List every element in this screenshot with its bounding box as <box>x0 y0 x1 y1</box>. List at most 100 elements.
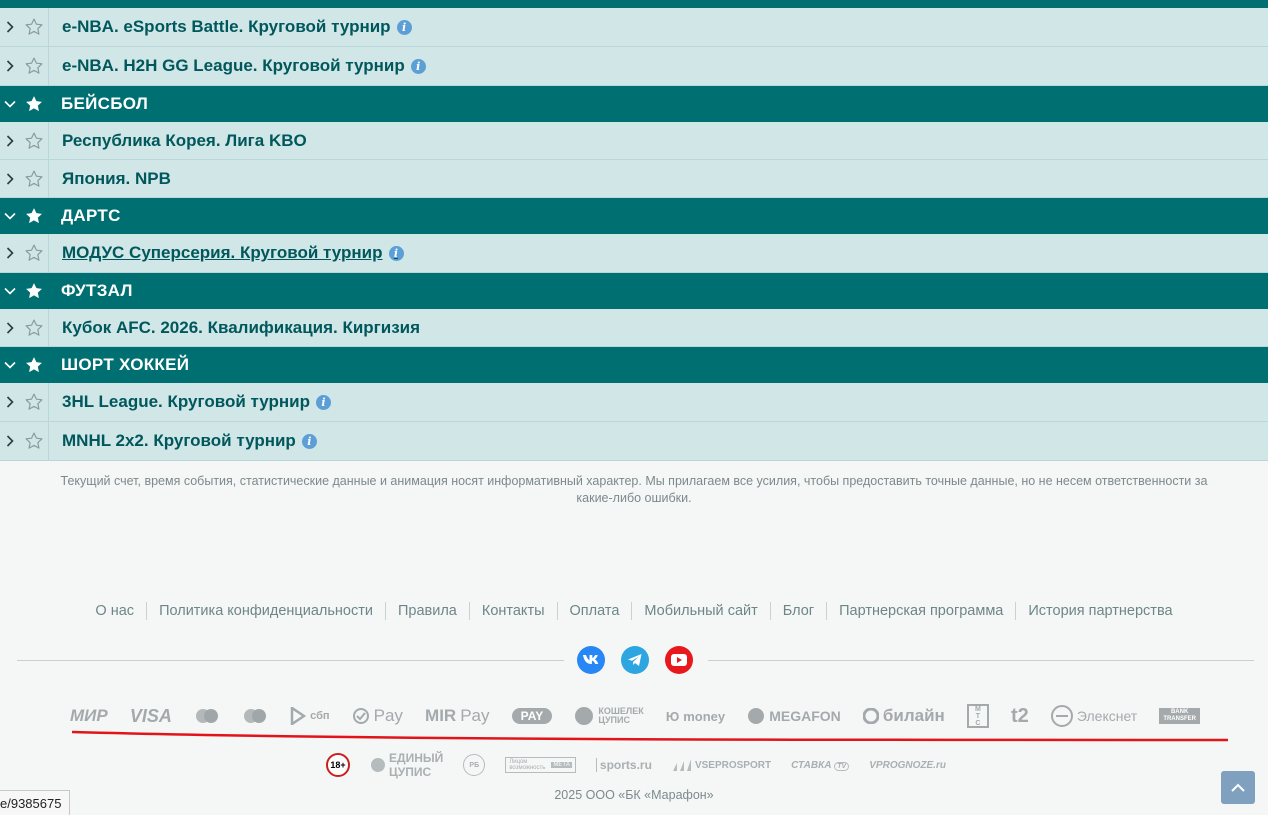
stavka-label: СТАВКА <box>791 759 832 771</box>
sport-title: ФУТЗАЛ <box>61 281 133 300</box>
league-label[interactable]: 3HL League. Круговой турнир <box>62 392 310 412</box>
sport-header[interactable]: ФУТЗАЛ <box>0 273 1268 309</box>
footer-link-rules[interactable]: Правила <box>386 603 469 619</box>
footer-link-blog[interactable]: Блог <box>771 603 826 619</box>
league-label[interactable]: Кубок AFC. 2026. Квалификация. Киргизия <box>62 318 420 338</box>
footer-link-partner-program[interactable]: Партнерская программа <box>827 603 1015 619</box>
chevron-down-icon[interactable] <box>0 86 20 122</box>
sport-header[interactable]: ШОРТ ХОККЕЙ <box>0 347 1268 383</box>
league-row[interactable]: Япония. NPB <box>0 160 1268 198</box>
star-icon[interactable] <box>20 234 49 272</box>
league-label[interactable]: e-NBA. H2H GG League. Круговой турнир <box>62 56 405 76</box>
chevron-right-icon[interactable] <box>0 309 20 346</box>
star-icon[interactable] <box>20 383 49 421</box>
gpay-logo: Pay <box>352 706 403 726</box>
visa-label: VISA <box>129 705 172 726</box>
league-row[interactable]: Республика Корея. Лига KBO <box>0 122 1268 160</box>
cupis-label: ЦУПИС <box>598 715 630 725</box>
league-title[interactable]: 3HL League. Круговой турнир i <box>49 392 331 412</box>
league-row[interactable]: Кубок AFC. 2026. Квалификация. Киргизия <box>0 309 1268 347</box>
chevron-right-icon[interactable] <box>0 122 20 159</box>
star-filled-icon[interactable] <box>20 273 48 309</box>
beeline-logo: билайн <box>862 706 945 726</box>
league-title[interactable]: e-NBA. H2H GG League. Круговой турнир i <box>49 56 426 76</box>
footer-link-partnership-history[interactable]: История партнерства <box>1016 603 1184 619</box>
league-title[interactable]: e-NBA. eSports Battle. Круговой турнир i <box>49 17 412 37</box>
sbp-logo: сбп <box>290 707 330 725</box>
chevron-right-icon[interactable] <box>0 234 20 272</box>
mirpay-label-a: MIR <box>425 706 457 725</box>
star-icon[interactable] <box>20 8 49 46</box>
league-row[interactable]: e-NBA. H2H GG League. Круговой турнир i <box>0 47 1268 86</box>
league-label[interactable]: Республика Корея. Лига KBO <box>62 131 307 151</box>
info-icon[interactable]: i <box>301 433 317 449</box>
star-icon[interactable] <box>20 422 49 460</box>
beeline-label: билайн <box>882 706 945 725</box>
league-row[interactable]: МОДУС Суперсерия. Круговой турнир i <box>0 234 1268 273</box>
chevron-down-icon[interactable] <box>0 347 20 383</box>
disclaimer: Текущий счет, время события, статистичес… <box>0 461 1268 507</box>
info-icon[interactable]: i <box>315 394 331 410</box>
sport-title: ДАРТС <box>61 206 121 225</box>
copyright: 2025 ООО «БК «Марафон» <box>554 788 714 802</box>
star-filled-icon[interactable] <box>20 86 48 122</box>
maestro-icon <box>242 708 268 724</box>
events-list: e-NBA. eSports Battle. Круговой турнир i e… <box>0 8 1268 461</box>
vk-icon[interactable] <box>577 646 605 674</box>
league-label[interactable]: МОДУС Суперсерия. Круговой турнир <box>62 243 383 263</box>
info-icon[interactable]: i <box>410 58 426 74</box>
star-icon[interactable] <box>20 309 49 346</box>
league-title[interactable]: МОДУС Суперсерия. Круговой турнир i <box>49 243 404 263</box>
youtube-icon[interactable] <box>665 646 693 674</box>
league-title[interactable]: Республика Корея. Лига KBO <box>49 131 307 151</box>
chevron-right-icon[interactable] <box>0 422 20 460</box>
edinyi-cupis-label: ЦУПИС <box>389 765 432 779</box>
transfer-label: TRANSFER <box>1163 716 1196 722</box>
telegram-icon[interactable] <box>621 646 649 674</box>
league-label[interactable]: MNHL 2x2. Круговой турнир <box>62 431 296 451</box>
sport-header[interactable]: БЕЙСБОЛ <box>0 86 1268 122</box>
sport-header[interactable]: ДАРТС <box>0 198 1268 234</box>
edinyi-label: ЕДИНЫЙ <box>389 751 444 765</box>
league-row[interactable]: MNHL 2x2. Круговой турнир i <box>0 422 1268 461</box>
social-divider-right <box>708 660 1254 661</box>
tpay-label: PAY <box>520 709 544 723</box>
league-row[interactable]: e-NBA. eSports Battle. Круговой турнир i <box>0 8 1268 47</box>
footer-link-contacts[interactable]: Контакты <box>470 603 557 619</box>
info-icon[interactable]: i <box>388 245 404 261</box>
footer-links: О нас Политика конфиденциальности Правил… <box>0 602 1268 620</box>
chevron-down-icon[interactable] <box>0 198 20 234</box>
mts-logo: МТС <box>966 704 989 728</box>
league-title[interactable]: Кубок AFC. 2026. Квалификация. Киргизия <box>49 318 420 338</box>
mir-logo: МИР <box>70 706 108 726</box>
star-icon[interactable] <box>20 160 49 197</box>
koshelek-cupis-logo: КОШЕЛЕК ЦУПИС <box>574 706 644 726</box>
star-icon[interactable] <box>20 122 49 159</box>
footer-link-payment[interactable]: Оплата <box>558 603 632 619</box>
mts-label-t: Т <box>975 712 981 720</box>
gpay-label: Pay <box>373 706 403 725</box>
red-underline-annotation <box>71 730 1229 742</box>
star-filled-icon[interactable] <box>20 198 48 234</box>
chevron-down-icon[interactable] <box>0 273 20 309</box>
star-filled-icon[interactable] <box>20 347 48 383</box>
vseprosport-logo: VSEPROSPORT <box>672 758 771 772</box>
chevron-right-icon[interactable] <box>0 160 20 197</box>
elecsnet-label: Элекснет <box>1076 708 1138 724</box>
league-label[interactable]: Япония. NPB <box>62 169 171 189</box>
scroll-to-top-button[interactable] <box>1221 771 1255 804</box>
footer-link-about[interactable]: О нас <box>83 603 146 619</box>
chevron-right-icon[interactable] <box>0 8 20 46</box>
star-icon[interactable] <box>20 47 49 85</box>
league-title[interactable]: MNHL 2x2. Круговой турнир i <box>49 431 317 451</box>
footer-link-mobile[interactable]: Мобильный сайт <box>632 603 769 619</box>
league-label[interactable]: e-NBA. eSports Battle. Круговой турнир <box>62 17 391 37</box>
footer-link-privacy[interactable]: Политика конфиденциальности <box>147 603 385 619</box>
social-divider-left <box>17 660 564 661</box>
league-row[interactable]: 3HL League. Круговой турнир i <box>0 383 1268 422</box>
league-title[interactable]: Япония. NPB <box>49 169 171 189</box>
chevron-right-icon[interactable] <box>0 47 20 85</box>
chevron-right-icon[interactable] <box>0 383 20 421</box>
visa-logo: VISA <box>130 706 172 727</box>
info-icon[interactable]: i <box>396 19 412 35</box>
